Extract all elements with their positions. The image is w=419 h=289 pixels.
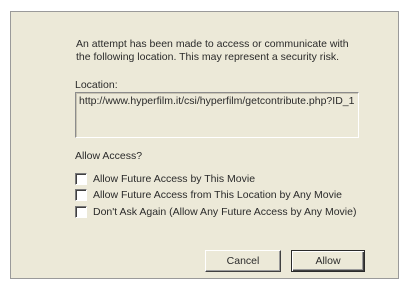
message-line-1: An attempt has been made to access or co…	[76, 38, 349, 50]
option-allow-this-movie[interactable]: Allow Future Access by This Movie	[75, 172, 255, 186]
allow-this-location-label: Allow Future Access from This Location b…	[93, 189, 342, 201]
allow-button[interactable]: Allow	[291, 250, 365, 272]
option-allow-this-location[interactable]: Allow Future Access from This Location b…	[75, 188, 342, 202]
security-dialog: An attempt has been made to access or co…	[10, 11, 399, 279]
message-line-2: the following location. This may represe…	[76, 51, 340, 63]
dont-ask-again-label: Don't Ask Again (Allow Any Future Access…	[93, 206, 357, 218]
page: An attempt has been made to access or co…	[0, 0, 419, 289]
allow-this-location-checkbox[interactable]	[75, 189, 87, 201]
allow-this-movie-label: Allow Future Access by This Movie	[93, 173, 256, 185]
location-field[interactable]: http://www.hyperfilm.it/csi/hyperfilm/ge…	[75, 92, 359, 138]
dont-ask-again-checkbox[interactable]	[75, 206, 87, 218]
location-url: http://www.hyperfilm.it/csi/hyperfilm/ge…	[79, 95, 355, 107]
location-label: Location:	[75, 79, 118, 91]
allow-this-movie-checkbox[interactable]	[75, 173, 87, 185]
security-message: An attempt has been made to access or co…	[76, 38, 376, 64]
cancel-button[interactable]: Cancel	[205, 250, 281, 272]
allow-button-label: Allow	[315, 255, 341, 267]
option-dont-ask-again[interactable]: Don't Ask Again (Allow Any Future Access…	[75, 205, 356, 219]
allow-access-label: Allow Access?	[75, 150, 143, 162]
